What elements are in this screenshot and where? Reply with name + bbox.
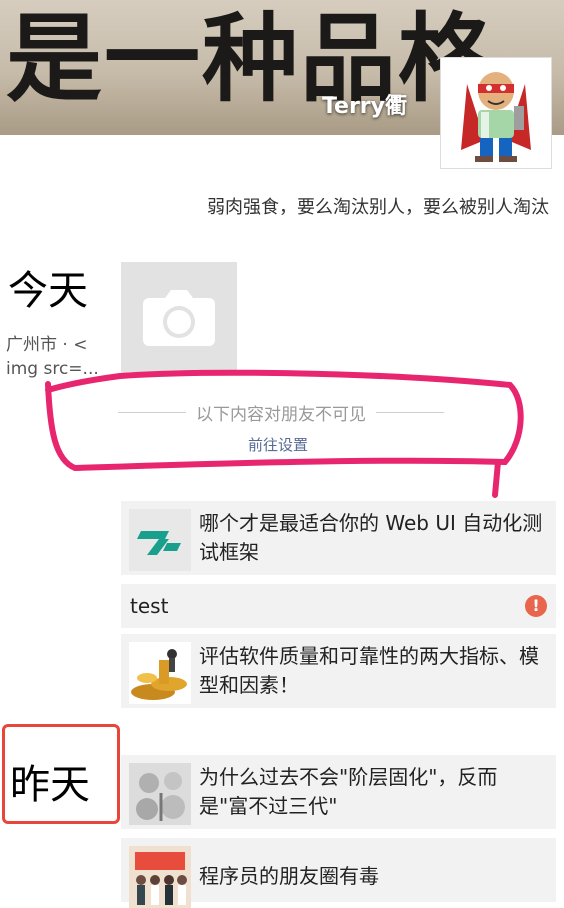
camera-icon xyxy=(143,290,215,346)
hidden-divider: 以下内容对朋友不可见 xyxy=(118,400,444,425)
post-text: 程序员的朋友圈有毒 xyxy=(199,864,379,888)
testing-logo-icon xyxy=(129,509,191,571)
settings-link[interactable]: 前往设置 xyxy=(248,434,308,455)
warning-icon[interactable]: ! xyxy=(525,595,547,617)
post-item-programmer[interactable]: 程序员的朋友圈有毒 xyxy=(121,838,556,908)
cover-text: 是一种品格 xyxy=(6,2,496,115)
post-text: 为什么过去不会"阶层固化"，反而是"富不过三代" xyxy=(199,765,498,818)
post-item-test[interactable]: test ! xyxy=(121,584,556,628)
camera-button[interactable] xyxy=(121,262,237,372)
post-text: 评估软件质量和可靠性的两大指标、模型和因素！ xyxy=(199,644,539,697)
post-item-class[interactable]: 为什么过去不会"阶层固化"，反而是"富不过三代" xyxy=(121,755,556,829)
yesterday-label: 昨天 xyxy=(10,762,90,808)
gold-coins-image xyxy=(129,642,191,704)
signature: 弱肉强食，要么淘汰别人，要么被别人淘汰 xyxy=(207,197,549,218)
annotation-scribble xyxy=(45,369,524,498)
post-item-quality[interactable]: 评估软件质量和可靠性的两大指标、模型和因素！ xyxy=(121,634,556,708)
avatar[interactable] xyxy=(440,57,552,169)
money-bags-image xyxy=(129,763,191,825)
today-label: 今天 xyxy=(8,268,88,314)
group-photo-image xyxy=(129,846,191,908)
username: Terry衢 xyxy=(321,94,407,119)
post-text: 哪个才是最适合你的 Web UI 自动化测试框架 xyxy=(199,511,543,564)
location-line-1: 广州市 · < xyxy=(6,335,88,355)
superhero-avatar-icon xyxy=(461,72,531,162)
hidden-notice: 以下内容对朋友不可见 xyxy=(196,405,366,425)
post-text: test xyxy=(130,594,169,618)
post-item-web-ui[interactable]: 哪个才是最适合你的 Web UI 自动化测试框架 xyxy=(121,501,556,575)
